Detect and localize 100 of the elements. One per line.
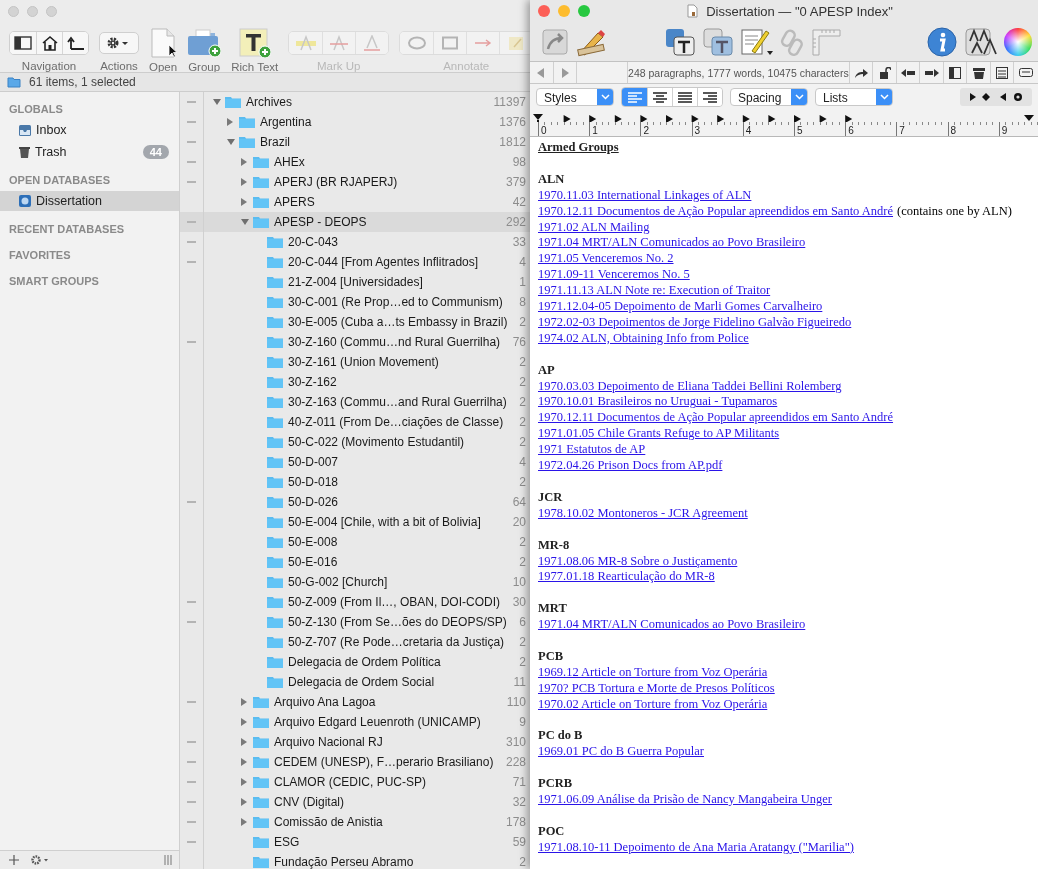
tab-stop-markers[interactable] xyxy=(563,115,853,122)
collapse-triangle-icon[interactable] xyxy=(240,218,250,226)
tree-row[interactable]: 50-Z-707 (Re Pode…cretaria da Justiça) 2 xyxy=(180,632,530,652)
alignment-segmented-control[interactable] xyxy=(621,87,723,107)
tree-row[interactable]: CLAMOR (CEDIC, PUC-SP) 71 xyxy=(180,772,530,792)
document-link[interactable]: 1972.04.26 Prison Docs from AP.pdf xyxy=(538,458,723,473)
document-link[interactable]: 1969.01 PC do B Guerra Popular xyxy=(538,744,704,759)
document-link[interactable]: 1974.02 ALN, Obtaining Info from Police xyxy=(538,330,749,345)
tree-row[interactable]: CNV (Digital) 32 xyxy=(180,792,530,812)
document-link[interactable]: 1970.11.03 International Linkages of ALN xyxy=(538,187,752,202)
expand-triangle-icon[interactable] xyxy=(226,117,234,127)
document-link[interactable]: 1972.02-03 Depoimentos de Jorge Fidelino Galvão Figueiredo xyxy=(538,314,852,329)
color-wheel-icon[interactable] xyxy=(1004,27,1032,56)
document-icon[interactable] xyxy=(151,28,176,58)
tree-row[interactable]: 50-D-026 64 xyxy=(180,492,530,512)
tree-row[interactable]: 30-C-001 (Re Prop…ed to Communism) 8 xyxy=(180,292,530,312)
tree-row[interactable]: Brazil 1812 xyxy=(180,132,530,152)
tree-row[interactable]: Fundação Perseu Abramo 2 xyxy=(180,852,530,869)
align-right-button[interactable] xyxy=(697,88,722,106)
document-link[interactable]: 1978.10.02 Montoneros - JCR Agreement xyxy=(538,505,748,520)
tree-row[interactable]: APESP - DEOPS 292 xyxy=(180,212,530,232)
document-link[interactable]: 1977.01.18 Rearticulação do MR-8 xyxy=(538,569,715,584)
ruler[interactable]: 0 1 2 3 4 5 6 7 8 9 xyxy=(530,110,1038,137)
tree-row[interactable]: Arquivo Nacional RJ 310 xyxy=(180,732,530,752)
styles-dropdown[interactable]: Styles xyxy=(536,88,614,106)
actions-menu-button[interactable] xyxy=(99,31,139,54)
document-link[interactable]: 1971.05 Venceremos No. 2 xyxy=(538,251,674,266)
document-link[interactable]: 1971.08.06 MR-8 Sobre o Justiçamento xyxy=(538,553,738,568)
document-link[interactable]: 1971 Estatutos de AP xyxy=(538,442,646,457)
export-icon[interactable] xyxy=(540,26,570,57)
spacing-dropdown[interactable]: Spacing xyxy=(730,88,808,106)
tree-row[interactable]: Delegacia de Ordem Política 2 xyxy=(180,652,530,672)
close-button[interactable] xyxy=(538,5,550,17)
expand-triangle-icon[interactable] xyxy=(240,177,248,187)
document-link[interactable]: 1971.09-11 Venceremos No. 5 xyxy=(538,267,690,282)
document-link[interactable]: 1971.04 MRT/ALN Comunicados ao Povo Brasileiro xyxy=(538,617,806,632)
collapse-triangle-icon[interactable] xyxy=(226,138,236,146)
tree-row[interactable]: Archives 11397 xyxy=(180,92,530,112)
tree-row[interactable]: AHEx 98 xyxy=(180,152,530,172)
document-link[interactable]: 1970.02 Article on Torture from Voz Operária xyxy=(538,696,768,711)
lists-dropdown[interactable]: Lists xyxy=(815,88,893,106)
new-group-icon[interactable] xyxy=(187,28,222,58)
expand-triangle-icon[interactable] xyxy=(240,757,248,767)
info-icon[interactable] xyxy=(926,25,958,58)
document-link[interactable]: 1971.08.10-11 Depoimento de Ana Maria Aratangy ("Marilia") xyxy=(538,839,854,854)
expand-triangle-icon[interactable] xyxy=(240,817,248,827)
tree-row[interactable]: 30-Z-162 2 xyxy=(180,372,530,392)
tree-row[interactable]: 20-C-043 33 xyxy=(180,232,530,252)
expand-triangle-icon[interactable] xyxy=(240,197,248,207)
tree-row[interactable]: 20-C-044 [From Agentes Inflitrados] 4 xyxy=(180,252,530,272)
indent-marker[interactable] xyxy=(533,114,543,122)
tree-row[interactable]: 50-Z-009 (From Il…, OBAN, DOI-CODI) 30 xyxy=(180,592,530,612)
go-up-button[interactable] xyxy=(62,31,88,54)
document-link[interactable]: 1971.04 MRT/ALN Comunicados ao Povo Brasileiro xyxy=(538,235,806,250)
document-link[interactable]: 1970? PCB Tortura e Morte de Presos Políticos xyxy=(538,680,775,695)
document-link[interactable]: 1971.02 ALN Mailing xyxy=(538,219,650,234)
document-link[interactable]: 1970.12.11 Documentos de Ação Popular apreendidos em Santo André xyxy=(538,410,894,425)
tree-row[interactable]: 30-Z-163 (Commu…and Rural Guerrilha) 2 xyxy=(180,392,530,412)
document-link[interactable]: 1970.12.11 Documentos de Ação Popular apreendidos em Santo André xyxy=(538,203,894,218)
tree-row[interactable]: 50-C-022 (Movimento Estudantil) 2 xyxy=(180,432,530,452)
tree-row[interactable]: 50-D-018 2 xyxy=(180,472,530,492)
sidebar-item[interactable]: Inbox xyxy=(0,120,179,140)
tree-row[interactable]: 50-E-016 2 xyxy=(180,552,530,572)
new-rich-text-icon[interactable] xyxy=(238,28,271,58)
tree-row[interactable]: 30-Z-161 (Union Movement) 2 xyxy=(180,352,530,372)
document-link[interactable]: 1970.03.03 Depoimento de Eliana Taddei Bellini Rolemberg xyxy=(538,378,842,393)
add-button[interactable] xyxy=(6,852,22,868)
tree-row[interactable]: 50-E-008 2 xyxy=(180,532,530,552)
tree-row[interactable]: ESG 59 xyxy=(180,832,530,852)
align-justify-button[interactable] xyxy=(672,88,697,106)
document-link[interactable]: 1971.11.13 ALN Note re: Execution of Traitor xyxy=(538,283,771,298)
text-box-icon[interactable] xyxy=(702,26,734,57)
resize-handle-icon[interactable] xyxy=(163,854,173,866)
expand-triangle-icon[interactable] xyxy=(240,777,248,787)
tree-row[interactable]: 30-E-005 (Cuba a…ts Embassy in Brazil) 2 xyxy=(180,312,530,332)
expand-triangle-icon[interactable] xyxy=(240,717,248,727)
expand-triangle-icon[interactable] xyxy=(240,737,248,747)
edit-note-icon[interactable] xyxy=(740,26,774,57)
tree-row[interactable]: 50-D-007 4 xyxy=(180,452,530,472)
text-box-icon[interactable] xyxy=(664,26,696,57)
collapse-triangle-icon[interactable] xyxy=(212,98,222,106)
tree-row[interactable]: 21-Z-004 [Universidades] 1 xyxy=(180,272,530,292)
align-center-button[interactable] xyxy=(647,88,672,106)
tree-row[interactable]: 50-Z-130 (From Se…ões do DEOPS/SP) 6 xyxy=(180,612,530,632)
navigation-segmented-control[interactable] xyxy=(9,30,89,55)
document-link[interactable]: 1971.06.09 Análise da Prisão de Nancy Mangabeira Unger xyxy=(538,792,833,807)
tree-row[interactable]: Delegacia de Ordem Social 11 xyxy=(180,672,530,692)
expand-triangle-icon[interactable] xyxy=(240,697,248,707)
document-link[interactable]: 1970.10.01 Brasileiros no Uruguai - Tupamaros xyxy=(538,394,778,409)
zoom-button[interactable] xyxy=(578,5,590,17)
document-link[interactable]: 1971.12.04-05 Depoimento de Marli Gomes Carvalheiro xyxy=(538,299,823,314)
tree-row[interactable]: APERJ (BR RJAPERJ) 379 xyxy=(180,172,530,192)
tree-row[interactable]: CEDEM (UNESP), F…perario Brasiliano) 228 xyxy=(180,752,530,772)
tree-row[interactable]: 40-Z-011 (From De…ciações de Classe) 2 xyxy=(180,412,530,432)
tree-row[interactable]: 50-G-002 [Church] 10 xyxy=(180,572,530,592)
tree-row[interactable]: Argentina 1376 xyxy=(180,112,530,132)
fonts-icon[interactable] xyxy=(964,25,998,58)
expand-triangle-icon[interactable] xyxy=(240,797,248,807)
tab-stop-buttons[interactable] xyxy=(960,88,1032,106)
sidebar-item[interactable]: Dissertation xyxy=(0,191,179,211)
